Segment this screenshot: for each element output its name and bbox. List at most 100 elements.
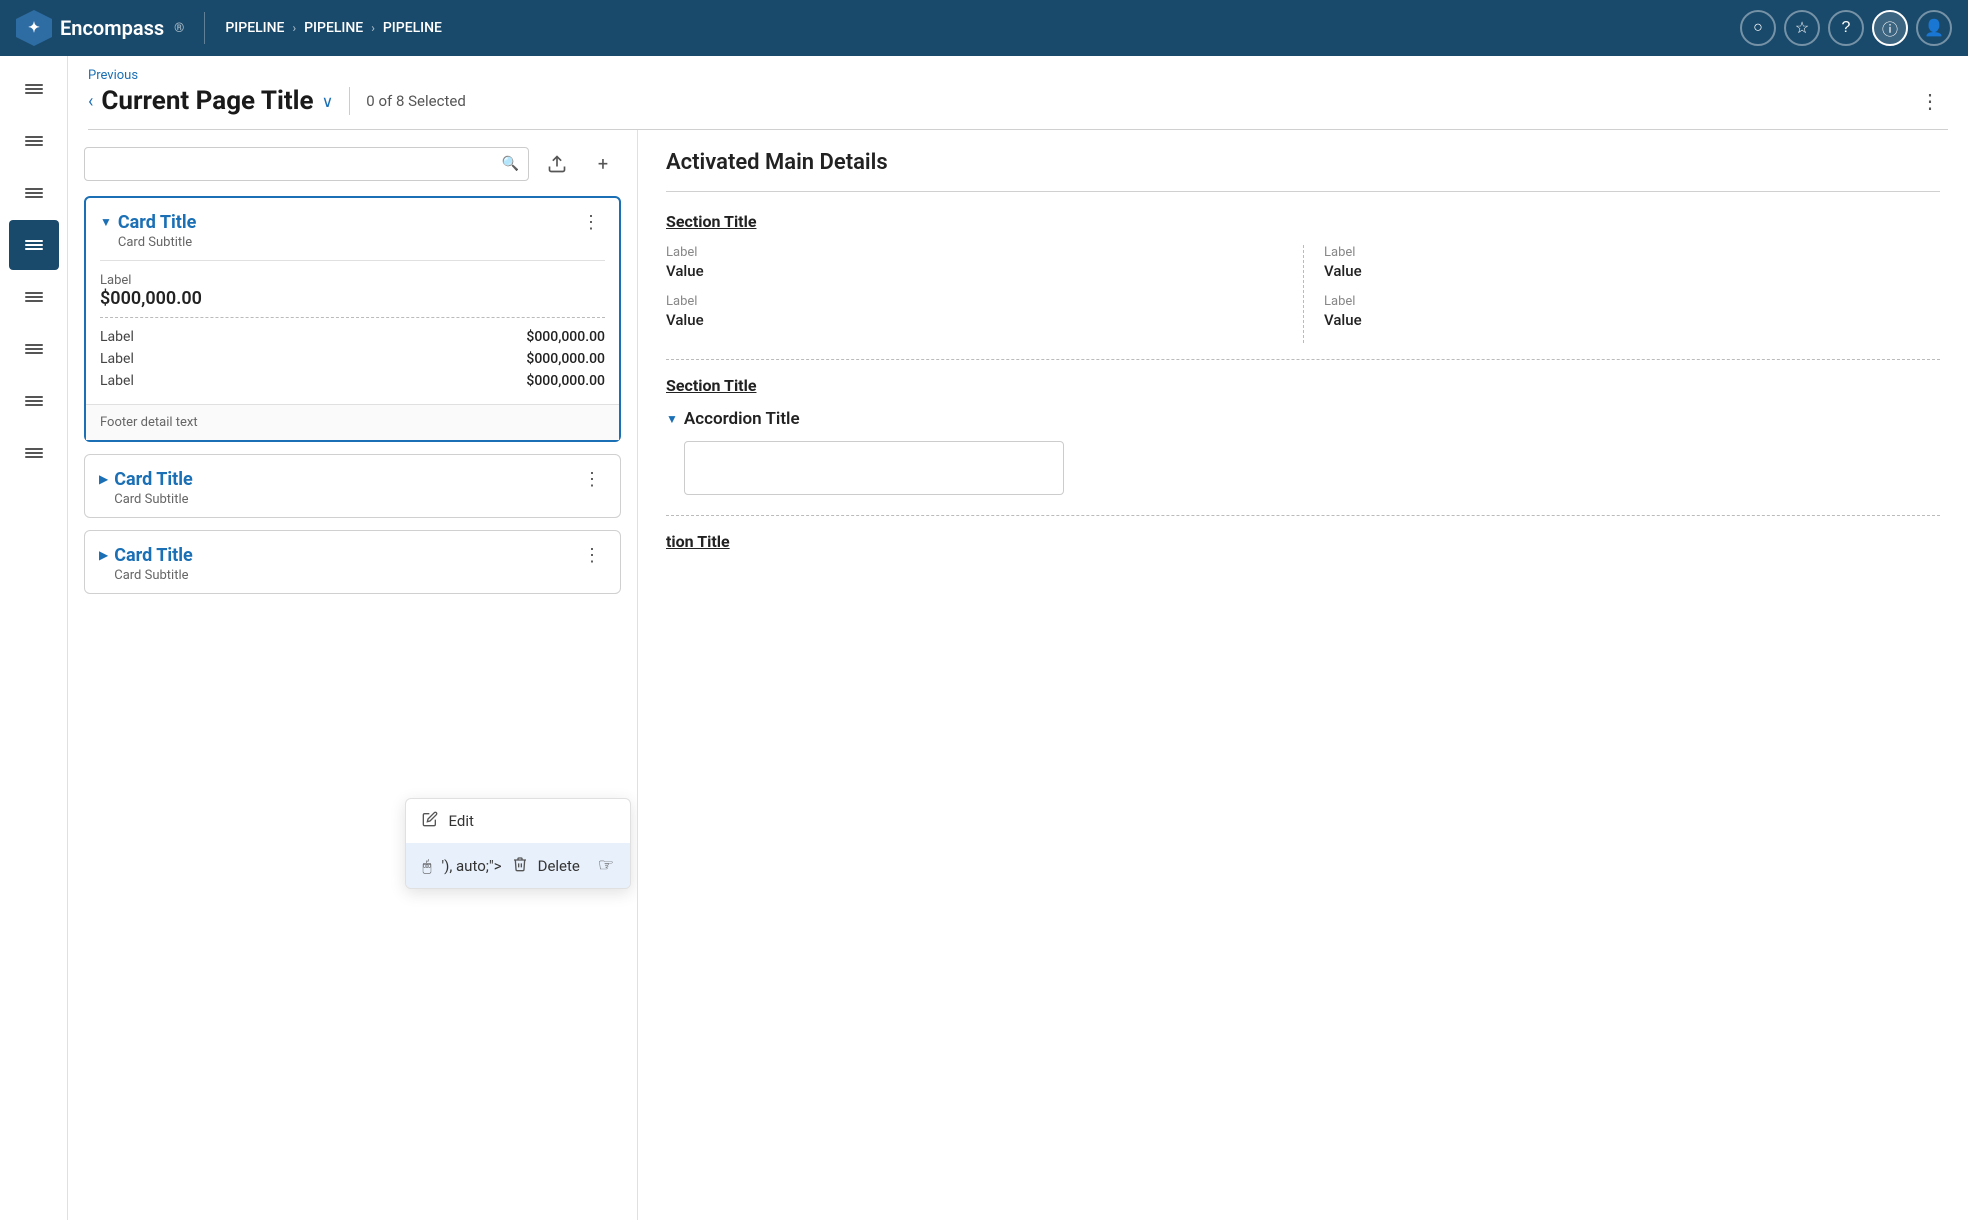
card-3-subtitle: Card Subtitle: [114, 568, 579, 583]
sidebar-item-3[interactable]: [9, 168, 59, 218]
user-icon-button[interactable]: 👤: [1916, 10, 1952, 46]
card-1-row-2: Label $000,000.00: [100, 348, 605, 370]
card-1-row-1-value: $000,000.00: [526, 329, 605, 345]
sidebar-item-4[interactable]: [9, 220, 59, 270]
sidebar-item-6[interactable]: [9, 324, 59, 374]
breadcrumb-item-3[interactable]: PIPELINE: [383, 20, 442, 36]
logo: ✦ Encompass ®: [16, 10, 184, 46]
more-options-button[interactable]: ⋮: [1912, 85, 1948, 117]
back-link[interactable]: Previous: [88, 68, 1948, 83]
section-1-col-2: Label Value Label Value: [1303, 245, 1940, 343]
nav-right: ○ ☆ ? ⓘ 👤: [1740, 10, 1952, 46]
card-1-title-group: Card Title Card Subtitle: [118, 212, 578, 250]
star-icon-button[interactable]: ☆: [1784, 10, 1820, 46]
right-panel-divider: [666, 191, 1940, 192]
card-1-title[interactable]: Card Title: [118, 212, 578, 233]
list-icon-7: [25, 396, 43, 406]
section-1-grid: Label Value Label Value Label Valu: [666, 245, 1940, 343]
field-1-1-label: Label: [666, 245, 1283, 260]
field-1-1-value: Value: [666, 262, 1283, 280]
card-1-main-value: Label $000,000.00: [100, 273, 605, 309]
card-1-body: Label $000,000.00 Label $000,000.00 Labe…: [86, 261, 619, 404]
breadcrumb-sep-2: ›: [371, 21, 375, 35]
search-icon: 🔍: [502, 156, 519, 172]
list-icon-4: [25, 240, 43, 250]
circle-icon-button[interactable]: ○: [1740, 10, 1776, 46]
accordion-row: ▼ Accordion Title: [666, 409, 1940, 429]
top-nav: ✦ Encompass ® PIPELINE › PIPELINE › PIPE…: [0, 0, 1968, 56]
edit-label: Edit: [448, 812, 473, 830]
delete-label: Delete: [538, 857, 580, 875]
context-menu-edit[interactable]: Edit: [406, 799, 630, 843]
back-arrow-icon[interactable]: ‹: [88, 91, 93, 112]
context-menu-delete[interactable]: 🖱'), auto;"> Delete ☞: [406, 843, 630, 888]
card-1-row-1-label: Label: [100, 329, 134, 345]
card-2-toggle-icon[interactable]: ▶: [99, 472, 108, 486]
field-1-2-label: Label: [666, 294, 1283, 309]
title-chevron-icon[interactable]: ∨: [322, 92, 334, 111]
search-input-wrap: 🔍: [84, 147, 529, 181]
list-icon-3: [25, 188, 43, 198]
accordion-toggle-icon[interactable]: ▼: [666, 412, 678, 426]
selection-total-value: 8: [396, 92, 404, 110]
card-2-title-group: Card Title Card Subtitle: [114, 469, 579, 507]
list-icon-6: [25, 344, 43, 354]
selected-word: Selected: [408, 92, 466, 110]
selection-count-value: 0: [366, 92, 374, 110]
breadcrumb: PIPELINE › PIPELINE › PIPELINE: [225, 20, 442, 36]
field-1-2: Label Value: [666, 294, 1283, 329]
section-1-title: Section Title: [666, 212, 1940, 231]
accordion-content: [684, 441, 1940, 499]
section-2-title: Section Title: [666, 376, 1940, 395]
sidebar-item-7[interactable]: [9, 376, 59, 426]
info-icon-button[interactable]: ⓘ: [1872, 10, 1908, 46]
help-icon-button[interactable]: ?: [1828, 10, 1864, 46]
card-2-subtitle: Card Subtitle: [114, 492, 579, 507]
section-1: Section Title Label Value Label Value: [666, 212, 1940, 343]
export-button[interactable]: [539, 146, 575, 182]
card-1-main-amount: $000,000.00: [100, 288, 605, 309]
sidebar-item-2[interactable]: [9, 116, 59, 166]
card-2-header: ▶ Card Title Card Subtitle ⋮: [85, 455, 620, 517]
search-row: 🔍 +: [84, 146, 621, 182]
card-1: ▼ Card Title Card Subtitle ⋮ Label $000,…: [84, 196, 621, 442]
field-1-1: Label Value: [666, 245, 1283, 280]
card-1-main-label: Label: [100, 273, 605, 288]
sidebar-item-5[interactable]: [9, 272, 59, 322]
logo-icon: ✦: [16, 10, 52, 46]
cursor-hand-icon: ☞: [598, 855, 614, 876]
card-1-dashed-divider: [100, 317, 605, 318]
card-3-title-group: Card Title Card Subtitle: [114, 545, 579, 583]
card-3-menu-button[interactable]: ⋮: [579, 545, 606, 566]
section-3: tion Title: [666, 532, 1940, 551]
section-3-title: tion Title: [666, 532, 1940, 551]
sidebar-item-8[interactable]: [9, 428, 59, 478]
content-area: Previous ‹ Current Page Title ∨ 0 of 8 S…: [68, 56, 1968, 1220]
card-2-menu-button[interactable]: ⋮: [579, 469, 606, 490]
accordion-textarea[interactable]: [684, 441, 1064, 495]
breadcrumb-sep-1: ›: [292, 21, 296, 35]
card-3: ▶ Card Title Card Subtitle ⋮: [84, 530, 621, 594]
search-input[interactable]: [84, 147, 529, 181]
breadcrumb-item-2[interactable]: PIPELINE: [304, 20, 363, 36]
card-1-row-3-value: $000,000.00: [526, 373, 605, 389]
field-2-1: Label Value: [1324, 245, 1940, 280]
right-panel-title: Activated Main Details: [666, 150, 1940, 175]
list-icon-1: [25, 84, 43, 94]
card-1-row-2-label: Label: [100, 351, 134, 367]
card-1-menu-button[interactable]: ⋮: [578, 212, 605, 233]
field-2-2: Label Value: [1324, 294, 1940, 329]
add-button[interactable]: +: [585, 146, 621, 182]
card-1-toggle-icon[interactable]: ▼: [100, 215, 112, 229]
selection-of: of: [378, 92, 396, 110]
card-3-toggle-icon[interactable]: ▶: [99, 548, 108, 562]
breadcrumb-item-1[interactable]: PIPELINE: [225, 20, 284, 36]
header-divider: [349, 87, 350, 115]
delete-icon: [512, 856, 528, 876]
list-icon-2: [25, 136, 43, 146]
card-3-title[interactable]: Card Title: [114, 545, 579, 566]
sidebar-item-1[interactable]: [9, 64, 59, 114]
card-2: ▶ Card Title Card Subtitle ⋮: [84, 454, 621, 518]
sidebar: [0, 56, 68, 1220]
card-2-title[interactable]: Card Title: [114, 469, 579, 490]
